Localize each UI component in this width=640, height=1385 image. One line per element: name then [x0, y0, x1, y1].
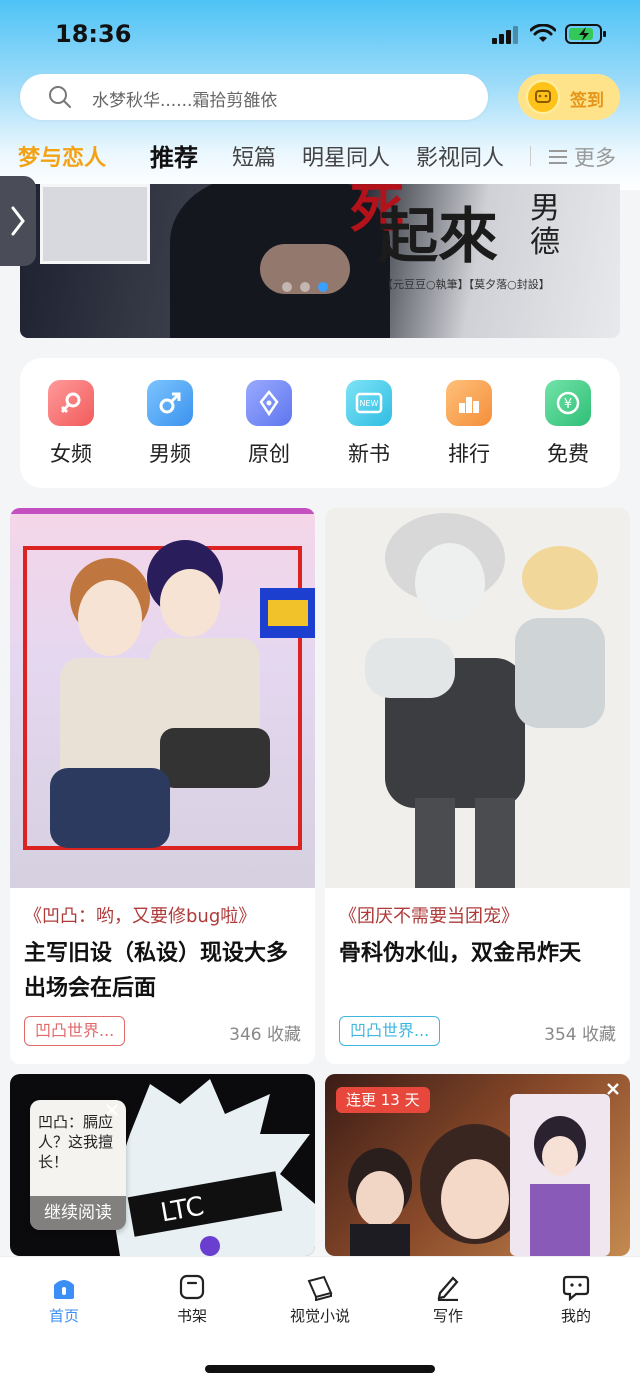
- visual-novel-icon: [307, 1275, 333, 1301]
- book-category-badge[interactable]: 凹凸世界...: [339, 1016, 441, 1046]
- entry-new-book[interactable]: NEW 新书: [324, 380, 414, 470]
- close-icon[interactable]: [104, 1102, 120, 1118]
- tab-brand[interactable]: 梦与恋人: [18, 140, 106, 172]
- checkin-label: 签到: [570, 91, 604, 111]
- entry-free[interactable]: ¥ 免费: [523, 380, 613, 470]
- home-icon: [54, 1280, 74, 1299]
- tab-profile-label: 我的: [560, 1307, 591, 1325]
- tab-bookshelf-label: 书架: [176, 1307, 207, 1325]
- close-icon[interactable]: [604, 1080, 622, 1098]
- entry-original[interactable]: 原创: [224, 380, 314, 470]
- entry-male-label: 男频: [149, 442, 191, 466]
- checkin-icon: [526, 80, 560, 114]
- banner-image-person: [40, 184, 150, 264]
- menu-icon: [549, 150, 567, 164]
- book-card[interactable]: 《凹凸：哟，又要修bug啦》 主写旧设（私设）现设大多出场会在后面 凹凸世界..…: [10, 508, 315, 1064]
- book-title: 主写旧设（私设）现设大多出场会在后面: [24, 941, 289, 1001]
- carousel-dot[interactable]: [282, 282, 292, 292]
- profile-icon: [562, 1275, 590, 1301]
- entry-female-label: 女频: [50, 442, 92, 466]
- entry-female[interactable]: 女频: [26, 380, 116, 470]
- tab-home-label: 首页: [48, 1307, 79, 1325]
- wifi-icon: [530, 24, 556, 42]
- book-category-badge[interactable]: 凹凸世界...: [24, 1016, 126, 1046]
- book-collect-count: 354 收藏: [544, 1025, 616, 1045]
- male-icon: [147, 380, 193, 426]
- tab-bookshelf[interactable]: 书架: [137, 1271, 247, 1331]
- chevron-right-icon: [11, 206, 25, 236]
- entry-ranking[interactable]: 排行: [424, 380, 514, 470]
- continue-reading-button[interactable]: 继续阅读: [30, 1196, 126, 1230]
- book-series-tag: 《团厌不需要当团宠》: [339, 906, 519, 927]
- carousel-dot[interactable]: [300, 282, 310, 292]
- status-bar: 18:36: [0, 0, 640, 70]
- write-icon: [437, 1276, 459, 1301]
- pen-icon: [246, 380, 292, 426]
- svg-text:¥: ¥: [564, 397, 572, 412]
- female-icon: [48, 380, 94, 426]
- book-cover-image: [10, 508, 315, 888]
- tab-profile[interactable]: 我的: [521, 1271, 631, 1331]
- home-indicator: [205, 1365, 435, 1373]
- book-cover-image: [325, 508, 630, 888]
- update-streak-badge: 连更 13 天: [336, 1087, 430, 1113]
- entry-new-book-label: 新书: [348, 442, 390, 466]
- more-label: 更多: [574, 146, 616, 170]
- entry-original-label: 原创: [248, 442, 290, 466]
- ranking-icon: [446, 380, 492, 426]
- tab-write-label: 写作: [432, 1307, 463, 1325]
- divider: [530, 146, 531, 166]
- tab-recommend[interactable]: 推荐: [150, 138, 198, 173]
- status-time: 18:36: [55, 20, 132, 48]
- new-book-icon: NEW: [346, 380, 392, 426]
- tab-film-fanfic[interactable]: 影视同人: [416, 140, 504, 172]
- checkin-button[interactable]: 签到: [518, 74, 620, 120]
- banner-credits: 【元豆豆○執筆】【莫夕落○封設】: [382, 278, 550, 291]
- tab-home[interactable]: 首页: [9, 1271, 119, 1331]
- battery-icon: [565, 24, 606, 44]
- quick-entry-panel: 女频 男频 原创 NEW 新书 排行 ¥ 免费: [20, 358, 620, 488]
- tab-star-fanfic[interactable]: 明星同人: [302, 140, 390, 172]
- banner-carousel[interactable]: 死 起來 男德 【元豆豆○執筆】【莫夕落○封設】: [20, 184, 620, 338]
- continue-reading-card[interactable]: 凹凸：膈应人？这我擅长！ 继续阅读: [30, 1100, 126, 1230]
- book-card[interactable]: 《团厌不需要当团宠》 骨科伪水仙，双金吊炸天 凹凸世界... 354 收藏: [325, 508, 630, 1064]
- carousel-indicator: [282, 282, 328, 292]
- tab-write[interactable]: 写作: [393, 1271, 503, 1331]
- book-title: 骨科伪水仙，双金吊炸天: [339, 941, 582, 966]
- banner-title: 起來: [378, 202, 498, 272]
- app-screen: 18:36 水梦秋华......霜拾剪雒依 签到 梦与恋人 推荐 短篇 明星同人…: [0, 0, 640, 1385]
- free-icon: ¥: [545, 380, 591, 426]
- more-button[interactable]: 更多: [548, 142, 616, 172]
- book-collect-count: 346 收藏: [229, 1025, 301, 1045]
- book-series-tag: 《凹凸：哟，又要修bug啦》: [24, 906, 257, 927]
- category-tabs: 梦与恋人 推荐 短篇 明星同人 影视同人 更多: [0, 132, 640, 182]
- carousel-dot-active[interactable]: [318, 282, 328, 292]
- bookshelf-icon: [179, 1274, 205, 1300]
- tab-visual-novel[interactable]: 视觉小说: [265, 1271, 375, 1331]
- search-bar[interactable]: 水梦秋华......霜拾剪雒依: [20, 74, 488, 120]
- side-drawer-handle[interactable]: [0, 176, 36, 266]
- search-icon: [49, 86, 71, 108]
- svg-text:NEW: NEW: [360, 399, 379, 408]
- banner-side-text: 男德: [530, 191, 560, 260]
- tab-short[interactable]: 短篇: [232, 140, 276, 172]
- entry-ranking-label: 排行: [448, 442, 490, 466]
- search-hint: 水梦秋华......霜拾剪雒依: [92, 91, 278, 111]
- entry-free-label: 免费: [547, 442, 589, 466]
- tab-visual-novel-label: 视觉小说: [289, 1307, 350, 1325]
- continue-cover-text: 凹凸：膈应人？这我擅长！: [38, 1113, 114, 1171]
- signal-icon: [492, 26, 518, 44]
- entry-male[interactable]: 男频: [125, 380, 215, 470]
